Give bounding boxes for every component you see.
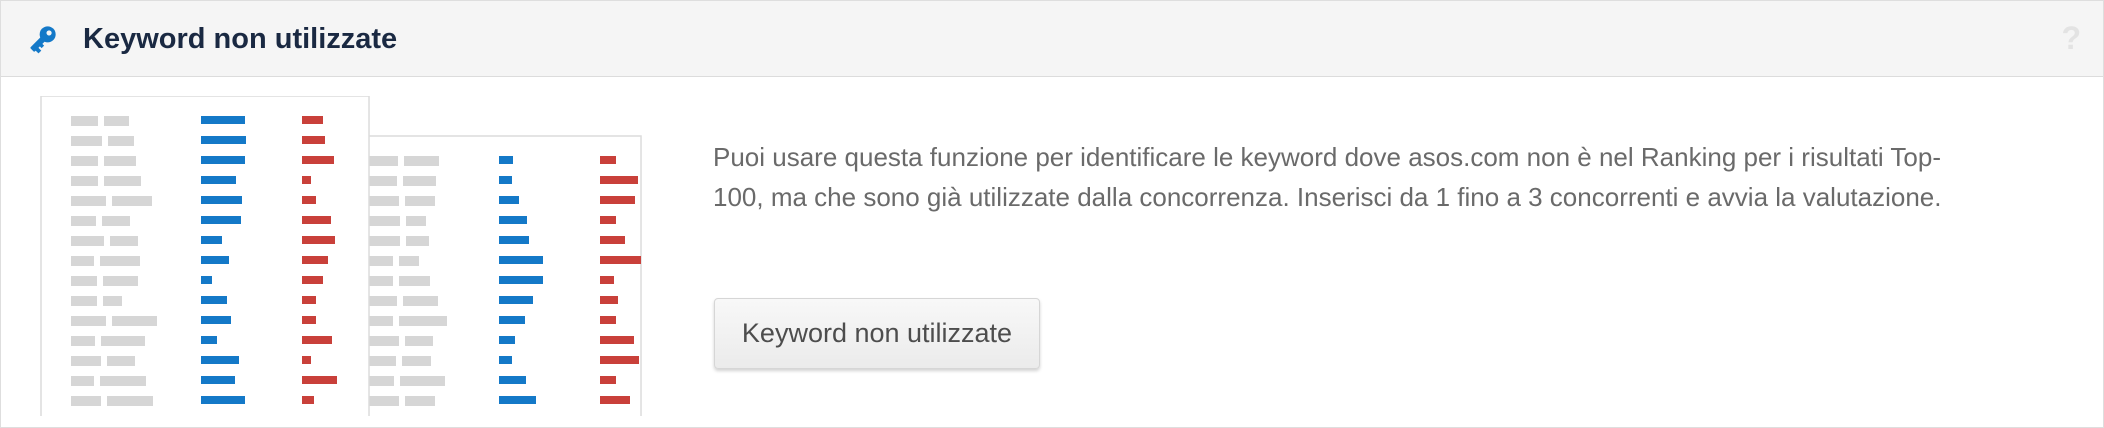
key-icon: [30, 26, 56, 54]
unused-keywords-button[interactable]: Keyword non utilizzate: [714, 298, 1040, 369]
keyword-comparison-illustration: [40, 96, 642, 416]
help-button[interactable]: ?: [2061, 19, 2081, 57]
panel-header: Keyword non utilizzate ?: [1, 1, 2103, 77]
unused-keywords-panel: Keyword non utilizzate ? Puoi usare ques…: [0, 0, 2104, 428]
panel-title: Keyword non utilizzate: [83, 23, 398, 55]
feature-description: Puoi usare questa funzione per identific…: [713, 142, 1942, 212]
